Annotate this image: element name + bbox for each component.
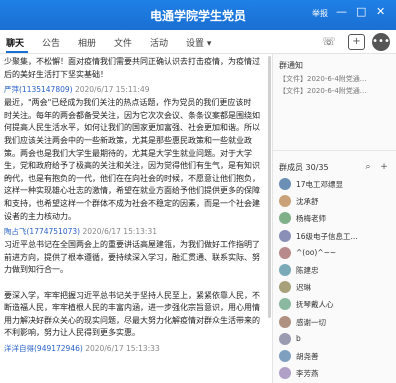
tab-bar: 聊天 公告 相册 文件 活动 设置 ▾ ☏ + ••• — [0, 30, 396, 54]
member-item[interactable]: 感谢一切 — [276, 314, 394, 331]
more-icon[interactable]: ••• — [372, 33, 390, 51]
avatar — [279, 264, 291, 276]
search-icon[interactable]: ⌕ — [361, 158, 375, 176]
message-text-line: 力做到知行合一。 — [4, 265, 68, 275]
message-header: 陶占飞(1774751073) 2020/6/17 15:13:31 — [4, 227, 266, 237]
sidebar: 群通知 【文件】2020-6-4附党通... 【文件】2020-6-4附党通..… — [272, 54, 396, 383]
member-name: 感谢一切 — [296, 317, 326, 327]
member-item[interactable]: 抚琴戴人心 — [276, 296, 394, 313]
sender-name[interactable]: 洋洋自得(949172946) — [4, 344, 83, 353]
member-name: 迟琳 — [296, 283, 311, 293]
message-text-line: 一代，也是有抱负的一代，他们在在向社会的时候，不愿意让他们抱负， — [4, 173, 260, 183]
message-text-line: 最近，"两会"已经成为我们关注的热点话题，作为党员的我们更应该时 — [4, 98, 252, 108]
message-text-line: 少聚集，不松懈！面对疫情我们需要共同正确认识去打击疫情，为疫情过 — [4, 57, 260, 66]
member-item[interactable]: ^(oo)^~~ — [276, 245, 394, 262]
avatar — [279, 298, 291, 311]
message-text-line: 后的美好生活打下坚实基础！ — [4, 69, 108, 79]
message-header: 严萍(1135147809) 2020/6/17 15:11:49 — [4, 85, 266, 95]
message-time: 2020/6/17 15:13:33 — [82, 344, 160, 353]
notice-title: 群通知 — [279, 61, 303, 70]
tab-chat[interactable]: 聊天 — [6, 36, 24, 49]
message-text-line: 不利影响，努力让人民得到更多实惠。 — [4, 328, 140, 338]
member-name: ^(oo)^~~ — [296, 247, 337, 257]
member-name: 陈建忠 — [296, 266, 319, 275]
member-item[interactable]: 17电工邓缥显 — [276, 176, 394, 193]
message-text-line: 前进方向，提供了根本遵循，要持续深入学习，融汇贯通、联系实际、努 — [4, 252, 260, 262]
avatar — [279, 332, 291, 345]
notice-item[interactable]: 【文件】2020-6-4附党通... — [279, 86, 366, 96]
member-name: 沈承舒 — [296, 197, 319, 207]
member-name: 杨梅老师 — [296, 214, 326, 224]
member-item[interactable]: 16级电子信息工... — [276, 228, 394, 245]
member-name: b — [296, 333, 301, 343]
member-item[interactable]: 胡尧善 — [276, 348, 394, 365]
message-text-line: 设者的主力核动力。 — [4, 211, 76, 221]
title-bar: 电通学院学生党员 举报 — □ ✕ — [0, 0, 396, 30]
member-name: 17电工邓缥显 — [296, 180, 344, 189]
avatar — [279, 281, 291, 294]
message-header: 洋洋自得(949172946) 2020/6/17 15:13:33 — [4, 344, 266, 354]
active-tab-indicator — [6, 51, 28, 53]
app-window: 电通学院学生党员 举报 — □ ✕ 聊天 公告 相册 文件 活动 设置 ▾ ☏ … — [0, 0, 396, 383]
member-item[interactable]: 杨梅老师 — [276, 210, 394, 227]
avatar — [279, 350, 291, 362]
member-name: 抚琴戴人心 — [296, 300, 334, 310]
maximize-button[interactable]: □ — [356, 5, 366, 19]
member-item[interactable]: 陈建忠 — [276, 262, 394, 279]
chat-scrollbar[interactable] — [268, 56, 271, 318]
message-text-line: 何提高人民生活水平，如何让我们的国家更加富强、社会更加和谐。所以 — [4, 123, 260, 133]
member-item[interactable]: b — [276, 331, 394, 348]
minimize-button[interactable]: — — [336, 5, 347, 19]
message-text-line: 和支持，也希望这样一个群体不成为社会不稳定的因素，而是一个社会建 — [4, 199, 260, 208]
message-text-line: 策。两会也是我们大学生最期待的，尤其是大学生就业问题。对于大学 — [4, 148, 252, 158]
members-title: 群成员 30/35 — [279, 163, 329, 172]
message-time: 2020/6/17 15:11:49 — [72, 85, 150, 95]
tab-album[interactable]: 相册 — [78, 36, 96, 49]
avatar — [279, 246, 291, 259]
chat-area: 少聚集，不松懈！面对疫情我们需要共同正确认识去打击疫情，为疫情过 后的美好生活打下… — [0, 54, 270, 383]
member-item[interactable]: 李芳燕 — [276, 365, 394, 382]
sender-name[interactable]: 严萍(1135147809) — [4, 85, 73, 94]
sidebar-divider — [273, 150, 396, 151]
tab-settings[interactable]: 设置 ▾ — [186, 36, 211, 49]
phone-icon[interactable]: ☏ — [320, 33, 338, 51]
tab-announcement[interactable]: 公告 — [42, 36, 60, 49]
avatar — [279, 367, 291, 380]
member-name: 李芳燕 — [296, 369, 319, 379]
message-text-line: 我们应该关注两会中的一些新政策，尤其是那些惠民政策和一些就业政 — [4, 136, 252, 145]
report-menu[interactable]: 举报 — [312, 8, 328, 19]
notice-item[interactable]: 【文件】2020-6-4附党通... — [279, 74, 366, 84]
avatar — [279, 229, 291, 242]
member-name: 胡尧善 — [296, 352, 319, 361]
message-text-line: 断造福人民，牢牢植根人民的丰富内涵，进一步强化宗旨意识，用心用情 — [4, 303, 260, 313]
message-text-line: 用力解决好群众关心的现实问题，尽最大努力化解疫情对群众生活带来的 — [4, 315, 260, 325]
avatar — [279, 212, 291, 225]
message-text-line: 习近平总书记在全国两会上的重要讲话高屋建瓴，为我们做好工作指明了 — [4, 240, 260, 250]
add-icon[interactable]: + — [348, 34, 365, 50]
avatar — [279, 195, 291, 208]
member-item[interactable]: 沈承舒 — [276, 193, 394, 210]
avatar — [279, 178, 291, 190]
member-name: 16级电子信息工... — [296, 231, 358, 241]
message-text-line: 要深入学，牢牢把握习近平总书记关于坚持人民至上，紧紧依靠人民，不 — [4, 290, 260, 300]
add-member-icon[interactable]: + — [377, 158, 391, 176]
sender-name[interactable]: 陶占飞(1774751073) — [4, 227, 80, 236]
message-text-line: 这样一种实现雄心壮志的激情，希望在就业方面给予他们提供更多的保障 — [4, 186, 260, 196]
avatar — [279, 315, 291, 328]
message-time: 2020/6/17 15:13:31 — [80, 227, 157, 237]
message-text-line: 时关注。每年的两会都备受关注，因为它次次会议、条条议案都是围绕如 — [4, 110, 260, 120]
tab-activity[interactable]: 活动 — [150, 36, 168, 49]
member-item[interactable]: 迟琳 — [276, 279, 394, 296]
tab-files[interactable]: 文件 — [114, 36, 132, 49]
close-button[interactable]: ✕ — [376, 5, 385, 19]
